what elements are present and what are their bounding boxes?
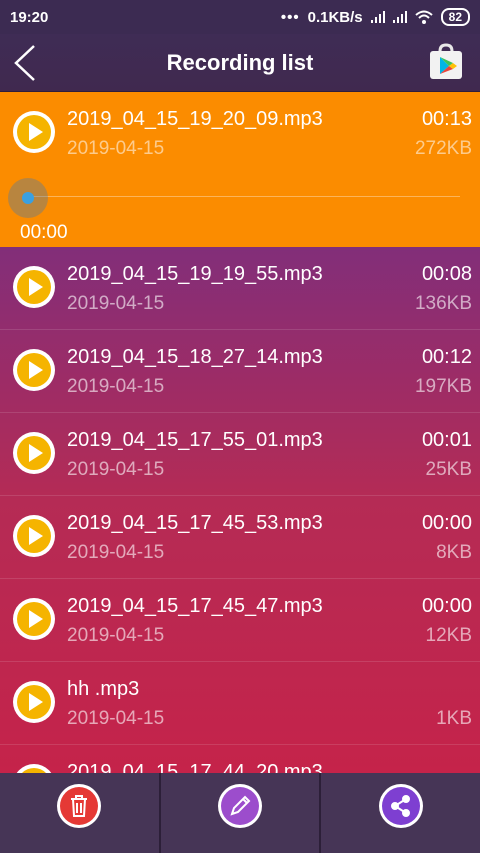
current-time: 00:00 bbox=[20, 222, 68, 243]
recording-duration: 00:01 bbox=[421, 429, 472, 451]
recording-name: 2019_04_15_17_44_20.mp3 bbox=[67, 761, 323, 773]
list-item[interactable]: 2019_04_15_18_27_14.mp3 2019-04-15 00:12… bbox=[0, 330, 480, 413]
play-icon[interactable] bbox=[12, 110, 56, 154]
play-icon[interactable] bbox=[12, 680, 56, 724]
delete-button[interactable] bbox=[56, 783, 102, 829]
page-title: Recording list bbox=[166, 49, 314, 75]
list-item[interactable]: 2019_04_15_17_44_20.mp3 bbox=[0, 745, 480, 773]
recording-duration: 00:13 bbox=[421, 108, 472, 130]
seek-bar[interactable] bbox=[28, 196, 460, 197]
list-item[interactable]: 2019_04_15_17_45_53.mp3 2019-04-15 00:00… bbox=[0, 496, 480, 579]
recording-date: 2019-04-15 bbox=[67, 542, 165, 563]
recording-size: 136KB bbox=[414, 293, 472, 314]
signal-icon-2 bbox=[392, 11, 407, 23]
list-item[interactable]: 2019_04_15_19_19_55.mp3 2019-04-15 00:08… bbox=[0, 247, 480, 330]
list-item[interactable]: 2019_04_15_19_20_09.mp3 2019-04-15 00:13… bbox=[0, 92, 480, 247]
play-icon[interactable] bbox=[12, 431, 56, 475]
delete-cell bbox=[0, 773, 161, 853]
recording-name: hh .mp3 bbox=[67, 678, 140, 700]
recording-size: 272KB bbox=[414, 138, 472, 159]
play-icon[interactable] bbox=[12, 348, 56, 392]
recording-date: 2019-04-15 bbox=[67, 625, 165, 646]
recording-date: 2019-04-15 bbox=[67, 459, 165, 480]
share-cell bbox=[321, 773, 480, 853]
status-time: 19:20 bbox=[10, 8, 49, 26]
app-bar: Recording list bbox=[0, 34, 480, 92]
status-bar: 19:20 ••• 0.1KB/s 82 bbox=[0, 0, 480, 34]
recording-size: 1KB bbox=[436, 708, 472, 729]
recording-date: 2019-04-15 bbox=[67, 138, 165, 159]
recording-duration: 00:12 bbox=[421, 346, 472, 368]
recording-duration: 00:08 bbox=[421, 263, 472, 285]
edit-cell bbox=[161, 773, 322, 853]
recording-duration: 00:00 bbox=[421, 512, 472, 534]
recording-name: 2019_04_15_18_27_14.mp3 bbox=[67, 346, 323, 368]
share-button[interactable] bbox=[378, 783, 424, 829]
bottom-action-bar bbox=[0, 773, 480, 853]
recording-size: 197KB bbox=[414, 376, 472, 397]
list-item[interactable]: 2019_04_15_17_45_47.mp3 2019-04-15 00:00… bbox=[0, 579, 480, 662]
recording-size: 25KB bbox=[425, 459, 472, 480]
recording-duration: 00:00 bbox=[421, 595, 472, 617]
recording-name: 2019_04_15_17_55_01.mp3 bbox=[67, 429, 323, 451]
wifi-icon bbox=[414, 10, 433, 24]
recording-size: 12KB bbox=[425, 625, 472, 646]
play-icon[interactable] bbox=[12, 514, 56, 558]
recording-name: 2019_04_15_17_45_53.mp3 bbox=[67, 512, 323, 534]
recording-date: 2019-04-15 bbox=[67, 708, 165, 729]
edit-button[interactable] bbox=[217, 783, 263, 829]
signal-icon bbox=[370, 11, 385, 23]
recording-list[interactable]: 2019_04_15_19_20_09.mp3 2019-04-15 00:13… bbox=[0, 92, 480, 773]
list-item[interactable]: hh .mp3 2019-04-15 1KB bbox=[0, 662, 480, 745]
play-store-icon[interactable] bbox=[426, 42, 466, 82]
recording-name: 2019_04_15_17_45_47.mp3 bbox=[67, 595, 323, 617]
back-arrow-icon[interactable] bbox=[12, 44, 40, 82]
recording-date: 2019-04-15 bbox=[67, 293, 165, 314]
status-right: ••• 0.1KB/s 82 bbox=[281, 8, 470, 26]
recording-date: 2019-04-15 bbox=[67, 376, 165, 397]
play-icon[interactable] bbox=[12, 597, 56, 641]
play-icon[interactable] bbox=[12, 763, 56, 773]
notification-dots: ••• bbox=[280, 8, 300, 26]
network-speed: 0.1KB/s bbox=[307, 8, 363, 26]
seek-thumb[interactable] bbox=[22, 192, 34, 204]
play-icon[interactable] bbox=[12, 265, 56, 309]
list-item[interactable]: 2019_04_15_17_55_01.mp3 2019-04-15 00:01… bbox=[0, 413, 480, 496]
battery-icon: 82 bbox=[440, 8, 470, 26]
recording-name: 2019_04_15_19_20_09.mp3 bbox=[67, 108, 323, 130]
recording-size: 8KB bbox=[436, 542, 472, 563]
recording-name: 2019_04_15_19_19_55.mp3 bbox=[67, 263, 323, 285]
